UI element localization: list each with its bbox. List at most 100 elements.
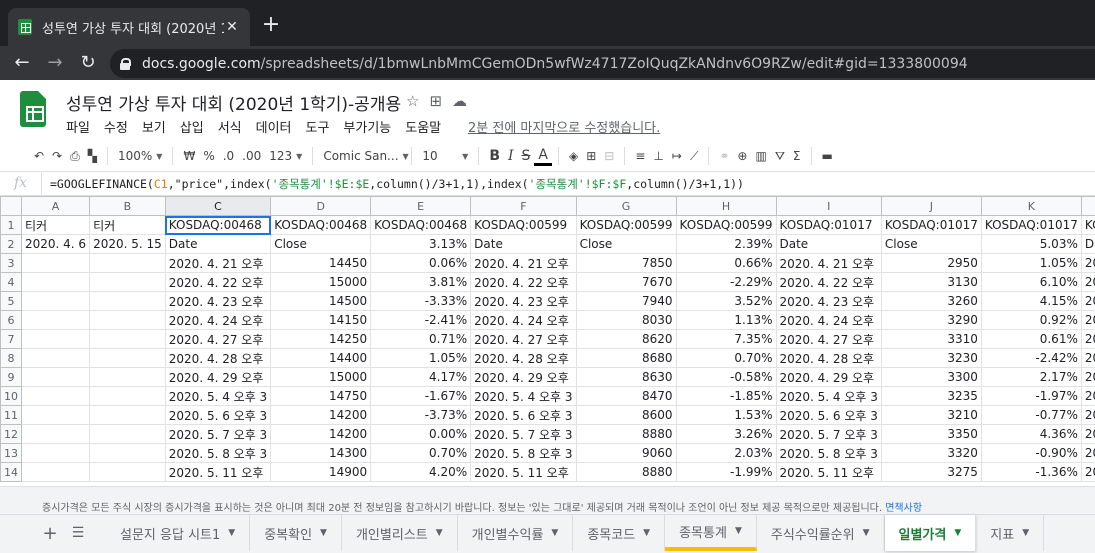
- cell[interactable]: 2020. 5. 1: [1080, 462, 1095, 482]
- cell[interactable]: 2020. 4. 24 오후: [470, 310, 577, 330]
- reload-icon[interactable]: ↻: [76, 51, 100, 75]
- cell[interactable]: KOSDAQ:00599: [575, 215, 677, 235]
- row-header[interactable]: 11: [0, 405, 22, 425]
- row-header[interactable]: 4: [0, 272, 22, 292]
- cell[interactable]: 0.92%: [980, 310, 1082, 330]
- cell[interactable]: 2020. 4. 28 오후: [470, 348, 577, 368]
- cell[interactable]: 7940: [575, 291, 677, 311]
- sheet-tab[interactable]: 주식수익률순위 ▼: [757, 515, 885, 551]
- cell[interactable]: 2020. 4. 2: [1080, 310, 1095, 330]
- cell[interactable]: 3310: [880, 329, 982, 349]
- cell[interactable]: KOSDAQ:01017: [775, 215, 882, 235]
- cell[interactable]: [89, 405, 166, 425]
- more-formats-select[interactable]: 123 ▼: [265, 144, 306, 168]
- cell[interactable]: KOSDAQ:01017: [980, 215, 1082, 235]
- undo-icon[interactable]: ↶: [30, 144, 48, 168]
- cell[interactable]: KOSDAQ:01017: [1080, 215, 1095, 235]
- zoom-select[interactable]: 100% ▼: [114, 144, 166, 168]
- cell[interactable]: Close: [270, 234, 372, 254]
- cell[interactable]: Date: [470, 234, 577, 254]
- cell[interactable]: 2020. 5. 15: [89, 234, 166, 254]
- cell[interactable]: 2950: [880, 253, 982, 273]
- cell[interactable]: [20, 348, 91, 368]
- cell[interactable]: 2020. 4. 23 오후: [470, 291, 577, 311]
- cell[interactable]: 0.71%: [370, 329, 472, 349]
- cell[interactable]: KOSDAQ:00468: [270, 215, 372, 235]
- cell[interactable]: [20, 310, 91, 330]
- cell[interactable]: [20, 253, 91, 273]
- browser-tab[interactable]: 성투연 가상 투자 대회 (2020년 1 ✕: [8, 8, 250, 46]
- menu-help[interactable]: 도움말: [405, 117, 441, 136]
- cell[interactable]: 2020. 4. 21 오후: [775, 253, 882, 273]
- sheet-tab[interactable]: 개인별수익률 ▼: [458, 515, 574, 551]
- row-header[interactable]: 6: [0, 310, 22, 330]
- text-wrap-icon[interactable]: ↦: [668, 144, 686, 168]
- cell[interactable]: 2020. 5. 11 오후: [775, 462, 882, 482]
- cell[interactable]: -1.85%: [675, 386, 777, 406]
- cell[interactable]: 2020. 4. 24 오후: [775, 310, 882, 330]
- menu-tools[interactable]: 도구: [306, 117, 330, 136]
- cell[interactable]: -0.58%: [675, 367, 777, 387]
- cell[interactable]: 2020. 4. 22 오후: [164, 272, 272, 292]
- cell[interactable]: 2020. 5. 6 오후 3: [775, 405, 882, 425]
- menu-file[interactable]: 파일: [66, 117, 90, 136]
- cell[interactable]: [89, 462, 166, 482]
- increase-decimal-button[interactable]: .00: [238, 144, 265, 168]
- cell[interactable]: 14300: [270, 443, 372, 463]
- column-header[interactable]: L: [1080, 196, 1095, 216]
- cell[interactable]: -1.99%: [675, 462, 777, 482]
- cell[interactable]: [20, 386, 91, 406]
- cell[interactable]: 2020. 5. 8: [1080, 443, 1095, 463]
- cell[interactable]: KOSDAQ:00468: [370, 215, 472, 235]
- cell[interactable]: 3230: [880, 348, 982, 368]
- cell[interactable]: [89, 386, 166, 406]
- cell[interactable]: [20, 424, 91, 444]
- document-title[interactable]: 성투연 가상 투자 대회 (2020년 1학기)-공개용: [66, 90, 401, 115]
- new-tab-button[interactable]: +: [260, 12, 282, 38]
- sheet-tab-active[interactable]: 일별가격 ▼: [884, 515, 977, 551]
- spreadsheet-grid[interactable]: A B C D E F G H I J K L 1티커티커KOSDAQ:0046…: [0, 196, 1095, 486]
- formula-input[interactable]: =GOOGLEFINANCE(C1,"price",index('종목통계'!$…: [42, 176, 744, 192]
- insert-chart-icon[interactable]: ▥: [751, 144, 770, 168]
- borders-icon[interactable]: ⊞: [582, 144, 600, 168]
- cell[interactable]: 2020. 4. 21 오후: [470, 253, 577, 273]
- cell[interactable]: 14500: [270, 291, 372, 311]
- font-select[interactable]: Comic San... ▼: [319, 144, 408, 168]
- cell[interactable]: 2020. 5. 8 오후 3: [775, 443, 882, 463]
- close-tab-icon[interactable]: ✕: [224, 19, 240, 35]
- cell[interactable]: 2020. 4. 21 오후: [164, 253, 272, 273]
- cell[interactable]: 2020. 4. 2: [1080, 291, 1095, 311]
- cell[interactable]: 15000: [270, 272, 372, 292]
- bold-button[interactable]: B: [485, 144, 504, 168]
- back-arrow-icon[interactable]: ←: [10, 51, 34, 75]
- cell[interactable]: [89, 367, 166, 387]
- row-header[interactable]: 3: [0, 253, 22, 273]
- filter-icon[interactable]: ⛛: [771, 144, 789, 168]
- cell[interactable]: 4.17%: [370, 367, 472, 387]
- sheet-tab[interactable]: 종목코드 ▼: [573, 515, 666, 551]
- disclaimer-link[interactable]: 면책사항: [885, 503, 922, 514]
- cell[interactable]: -2.42%: [980, 348, 1082, 368]
- row-header[interactable]: 2: [0, 234, 22, 254]
- cell-table[interactable]: A B C D E F G H I J K L 1티커티커KOSDAQ:0046…: [0, 196, 1095, 482]
- cell[interactable]: 2020. 4. 2: [1080, 253, 1095, 273]
- cell[interactable]: 8470: [575, 386, 677, 406]
- last-edit-link[interactable]: 2분 전에 마지막으로 수정했습니다.: [468, 117, 660, 136]
- cell[interactable]: 2020. 4. 22 오후: [775, 272, 882, 292]
- redo-icon[interactable]: ↷: [48, 144, 66, 168]
- menu-data[interactable]: 데이터: [256, 117, 292, 136]
- cell[interactable]: [89, 348, 166, 368]
- column-header[interactable]: E: [370, 196, 472, 216]
- cell[interactable]: 15000: [270, 367, 372, 387]
- input-tools-icon[interactable]: ▬: [818, 144, 837, 168]
- cell[interactable]: 0.66%: [675, 253, 777, 273]
- cell[interactable]: -1.36%: [980, 462, 1082, 482]
- paint-format-icon[interactable]: ▚: [84, 144, 101, 168]
- cell[interactable]: 2020. 5. 11 오후: [470, 462, 577, 482]
- fill-color-icon[interactable]: ◈: [565, 144, 582, 168]
- cell[interactable]: 4.15%: [980, 291, 1082, 311]
- cell[interactable]: 2020. 4. 23 오후: [775, 291, 882, 311]
- font-size-select[interactable]: 10 ▼: [418, 144, 472, 168]
- cell[interactable]: 2020. 5. 6: [1080, 405, 1095, 425]
- row-header[interactable]: 8: [0, 348, 22, 368]
